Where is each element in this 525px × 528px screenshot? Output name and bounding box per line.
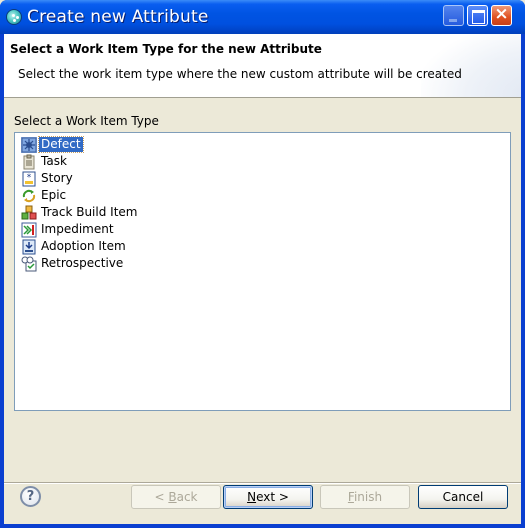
list-item-track-build-item[interactable]: Track Build Item [21,204,139,221]
track-build-item-icon [21,205,37,221]
minimize-button[interactable] [443,5,464,26]
window-title: Create new Attribute [27,7,209,27]
list-item-label: Adoption Item [41,239,126,253]
list-item-label: Task [41,154,67,168]
list-item-task[interactable]: Task [21,153,69,170]
title-bar[interactable]: Create new Attribute × [0,0,525,34]
help-button[interactable]: ? [20,486,41,507]
list-item-label: Epic [41,188,67,202]
impediment-icon [21,222,37,238]
help-icon: ? [26,489,35,504]
list-item-label: Track Build Item [41,205,138,219]
dialog-body: Select a Work Item Type for the new Attr… [4,34,521,524]
list-item-label: Retrospective [41,256,124,270]
list-item-impediment[interactable]: Impediment [21,221,116,238]
list-item-story[interactable]: * Story [21,170,75,187]
wizard-page-title: Select a Work Item Type for the new Attr… [10,42,322,56]
dialog-window: Create new Attribute × Select a Work Ite… [0,0,525,528]
app-globe-icon [6,9,22,25]
list-item-adoption-item[interactable]: Adoption Item [21,238,128,255]
adoption-item-icon [21,239,37,255]
close-button[interactable]: × [491,4,512,26]
footer-separator [4,482,521,484]
cancel-button[interactable]: Cancel [418,485,508,509]
header-decoration [421,34,521,97]
wizard-header: Select a Work Item Type for the new Attr… [4,34,521,98]
list-item-defect[interactable]: Defect [21,136,84,153]
work-item-type-list[interactable]: Defect Task * Story Epic Track Build Ite… [14,132,511,411]
defect-icon [21,136,37,153]
next-button[interactable]: Next > [223,485,313,509]
finish-button[interactable]: Finish [320,485,410,509]
list-item-label: Story [41,171,73,185]
retrospective-icon [21,256,37,272]
epic-icon [21,188,37,204]
story-icon: * [21,171,37,187]
wizard-page-description: Select the work item type where the new … [18,67,462,81]
list-item-label: Impediment [41,222,114,236]
back-button[interactable]: < Back [131,485,221,509]
list-item-label: Defect [38,136,84,153]
maximize-button[interactable] [467,5,488,26]
list-item-retrospective[interactable]: Retrospective [21,255,125,272]
list-item-epic[interactable]: Epic [21,187,68,204]
task-icon [21,154,37,170]
work-item-type-label: Select a Work Item Type [14,114,159,128]
close-icon: × [494,4,509,24]
